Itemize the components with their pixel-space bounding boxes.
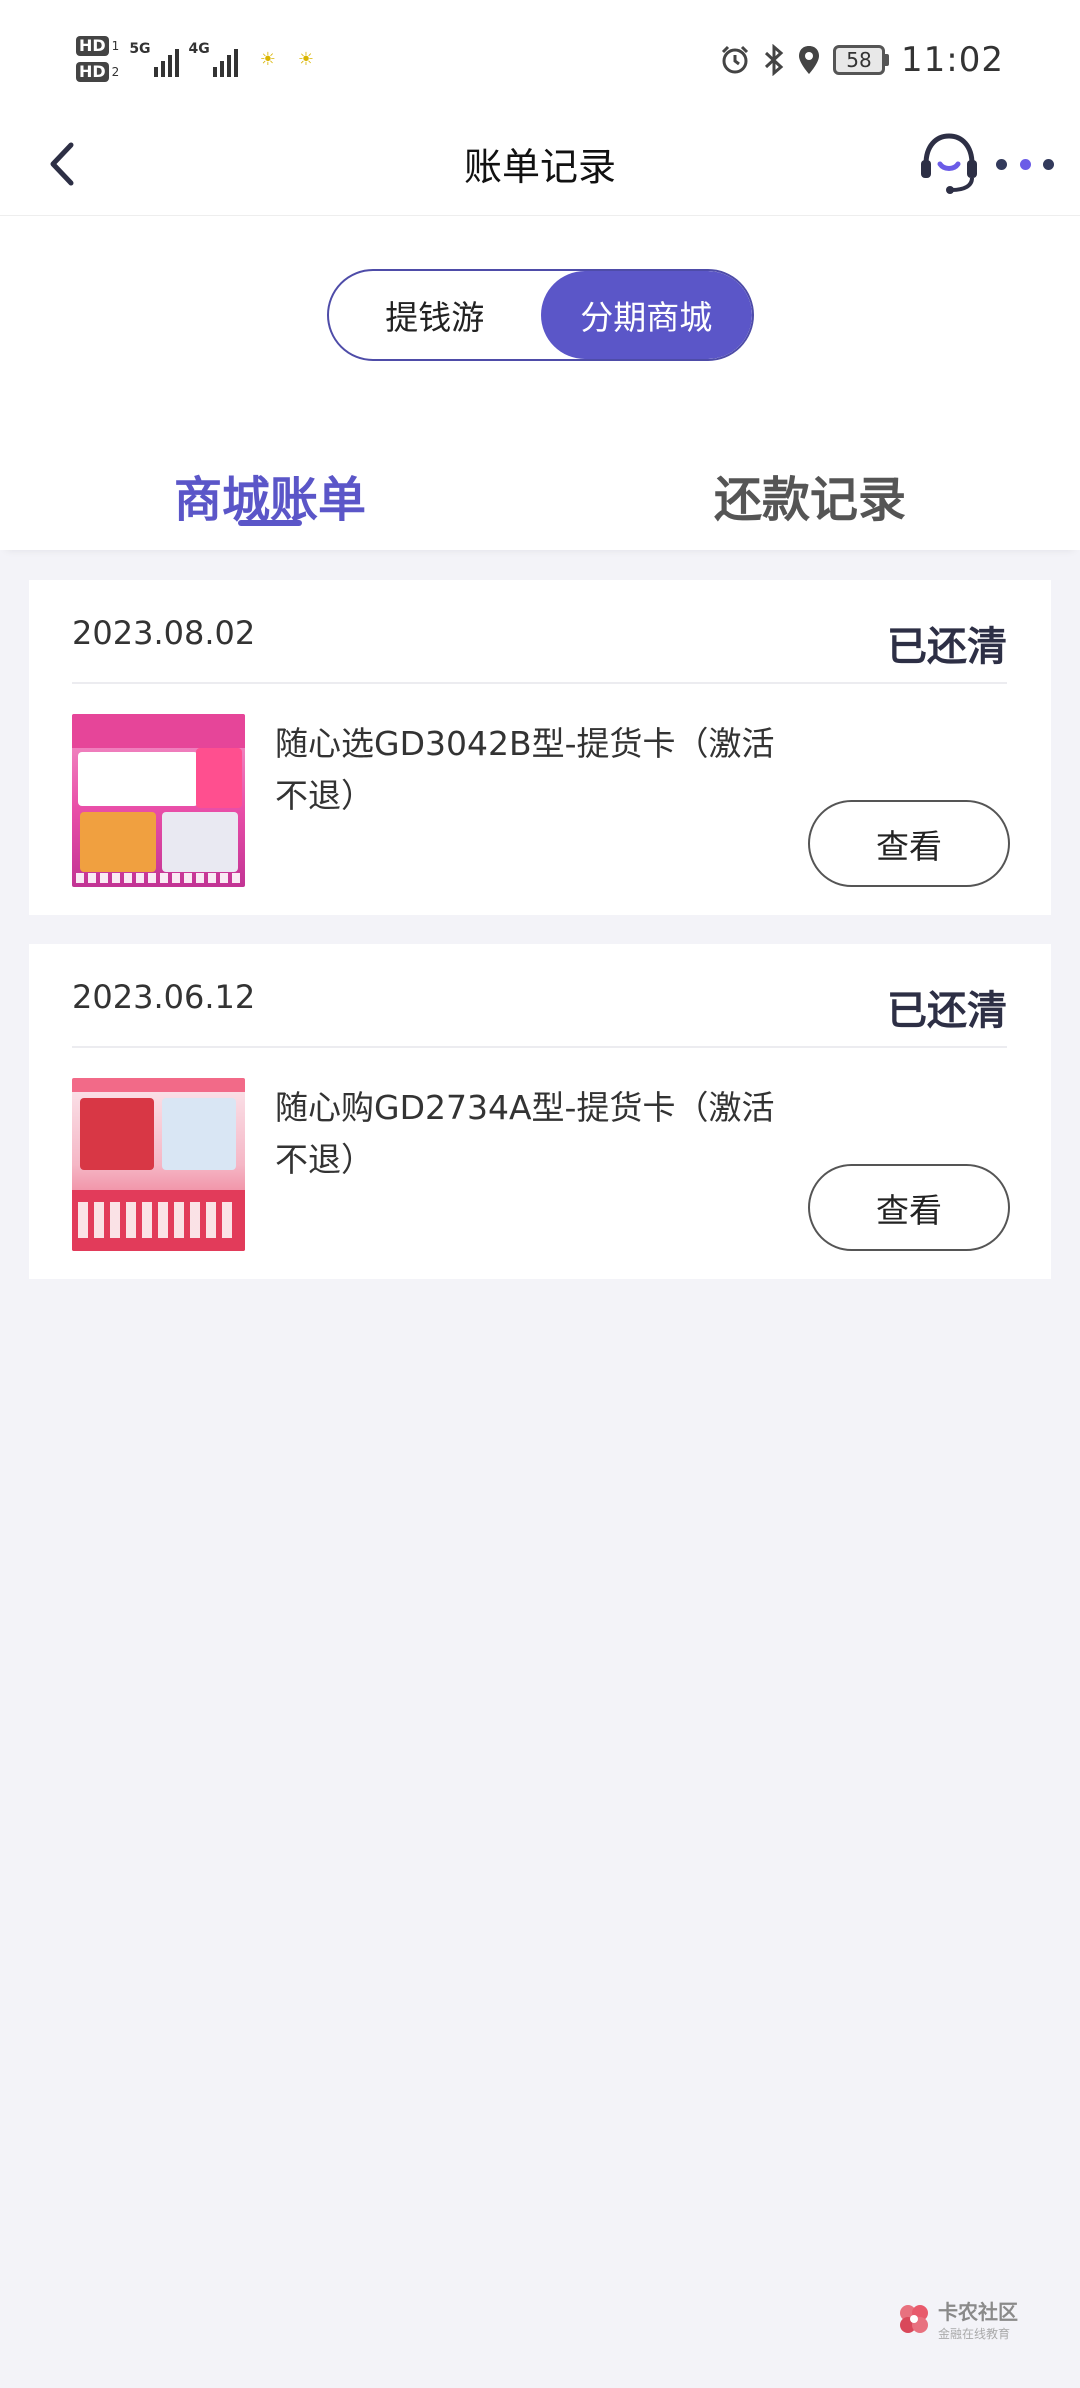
battery-level: 58 [833, 45, 886, 75]
bluetooth-icon [764, 44, 784, 76]
customer-service-icon[interactable] [918, 130, 980, 196]
product-thumbnail [72, 714, 245, 887]
sim-1: HD 1 [76, 36, 119, 56]
weather-icon: ☀ [297, 48, 315, 70]
thumb-panel [78, 752, 198, 806]
more-menu-button[interactable] [996, 152, 1054, 176]
navigation-bar: 账单记录 [0, 112, 1080, 216]
signal-bar [212, 67, 217, 77]
thumb-app-icons [76, 873, 241, 883]
divider [72, 1046, 1007, 1048]
more-dot-icon [996, 158, 1007, 170]
product-name: 随心购GD2734A型-提货卡（激活不退） [275, 1088, 775, 1179]
sim-2-number: 2 [111, 65, 120, 79]
bill-status: 已还清 [887, 988, 1007, 1034]
sim-indicators: HD 1 HD 2 [76, 36, 119, 82]
divider [72, 682, 1007, 684]
tab-active-indicator [238, 520, 302, 526]
signal-4g-label: 4G [188, 41, 210, 57]
hd-badge-1: HD [76, 36, 109, 56]
clock: 11:02 [901, 40, 1004, 80]
view-button[interactable]: 查看 [808, 1164, 1010, 1251]
status-bar-right: 58 11:02 [719, 40, 1004, 80]
tab-repayment-records[interactable]: 还款记录 [650, 460, 970, 530]
product-name: 随心选GD3042B型-提货卡（激活不退） [275, 724, 775, 815]
status-bar-left: HD 1 HD 2 5G 4G ☀ ☀ [76, 36, 314, 82]
segment-tiqianyou[interactable]: 提钱游 [329, 271, 541, 359]
signal-bar [153, 67, 158, 77]
segment-toggle: 提钱游 分期商城 [327, 269, 754, 361]
sim-2: HD 2 [76, 62, 119, 82]
watermark-subtitle: 金融在线教育 [938, 2327, 1011, 2341]
thumb-device [162, 1098, 236, 1170]
signal-5g-icon: 5G [129, 41, 179, 77]
thumb-price-tag [196, 748, 242, 808]
bill-date: 2023.08.02 [72, 614, 256, 652]
hd-badge-2: HD [76, 62, 109, 82]
weather-icon: ☀ [259, 48, 276, 70]
watermark-text: 卡农社区 金融在线教育 [938, 2296, 1018, 2342]
battery-icon: 58 [833, 45, 890, 75]
signal-bar [167, 55, 172, 77]
sim-1-number: 1 [111, 39, 120, 53]
view-button[interactable]: 查看 [808, 800, 1010, 887]
thumb-app-icons [78, 1202, 238, 1238]
bill-card: 2023.06.12 已还清 随心购GD2734A型-提货卡（激活不退） 查看 [29, 944, 1051, 1279]
signal-bar [233, 49, 238, 77]
more-dot-icon [1043, 158, 1054, 170]
status-bar: HD 1 HD 2 5G 4G ☀ ☀ 58 11:02 [0, 0, 1080, 112]
thumb-earbuds [162, 812, 238, 872]
tab-bar: 商城账单 还款记录 [0, 420, 1080, 550]
signal-bar [160, 61, 165, 77]
alarm-icon [721, 45, 749, 74]
watermark: 卡农社区 金融在线教育 [896, 2296, 1018, 2342]
bill-status: 已还清 [887, 624, 1007, 670]
location-icon [799, 46, 820, 74]
signal-5g-label: 5G [129, 41, 151, 57]
signal-bar [174, 49, 179, 77]
signal-bar [226, 55, 231, 77]
toggle-area: 提钱游 分期商城 [0, 216, 1080, 420]
product-thumbnail [72, 1078, 245, 1251]
bill-card: 2023.08.02 已还清 随心选GD3042B型-提货卡（激活不退） 查看 [29, 580, 1051, 915]
battery-nub [885, 54, 890, 66]
bill-date: 2023.06.12 [72, 978, 256, 1016]
watermark-title: 卡农社区 [938, 2300, 1018, 2324]
more-dot-icon [1019, 158, 1031, 170]
thumb-gift-card [80, 812, 156, 872]
signal-bar [219, 61, 224, 77]
signal-4g-icon: 4G [189, 41, 238, 77]
segment-installment-mall[interactable]: 分期商城 [540, 271, 752, 359]
thumb-header [72, 714, 245, 748]
thumb-gift-card [80, 1098, 154, 1170]
thumb-header [72, 1078, 245, 1092]
watermark-logo-icon [900, 2305, 928, 2333]
